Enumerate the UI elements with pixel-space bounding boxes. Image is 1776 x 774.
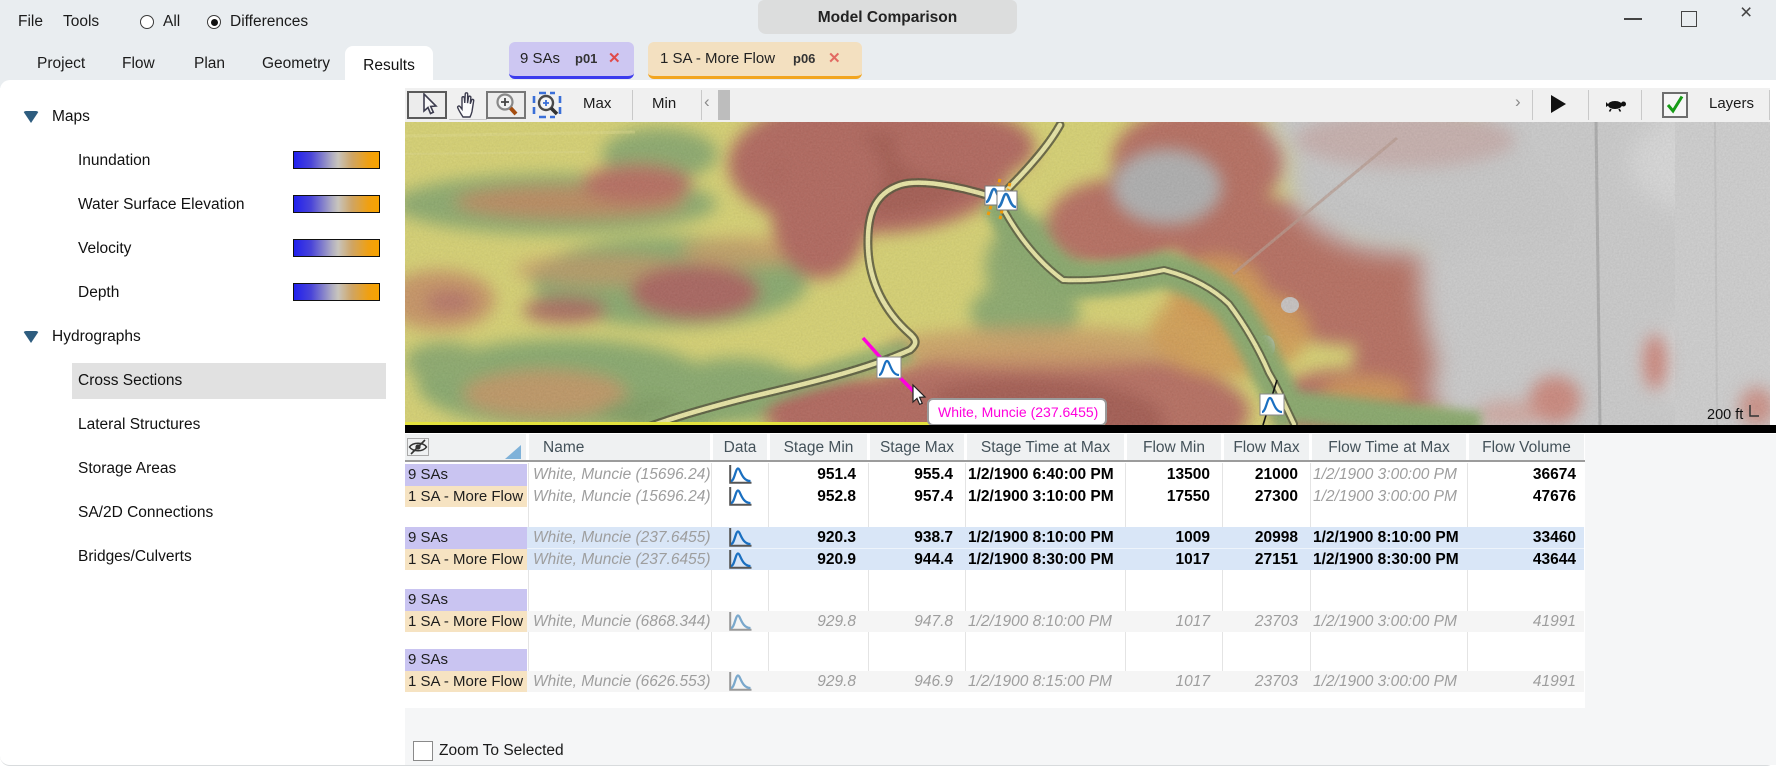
svg-text:200 ft: 200 ft [1707,407,1743,423]
svg-text:White, Muncie (237.6455): White, Muncie (237.6455) [938,404,1098,420]
